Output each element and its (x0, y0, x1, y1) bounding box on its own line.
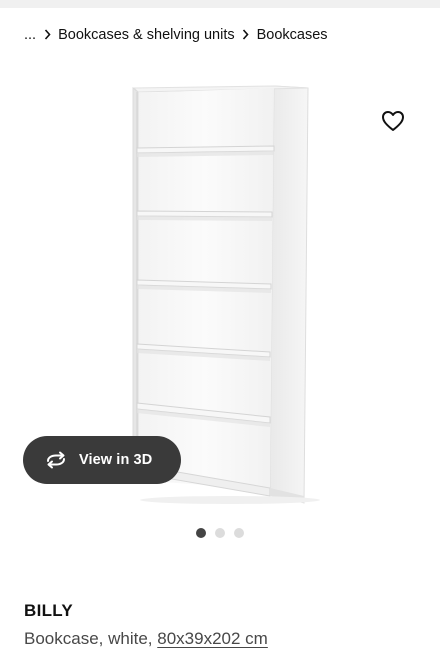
gallery-dot-3[interactable] (234, 528, 244, 538)
chevron-right-icon (235, 29, 257, 41)
top-divider-bar (0, 0, 440, 8)
view-in-3d-button[interactable]: View in 3D (23, 436, 181, 484)
view-in-3d-label: View in 3D (79, 452, 153, 468)
product-description-text: Bookcase, white, (24, 629, 158, 648)
product-name: BILLY (24, 601, 74, 620)
breadcrumb-ellipsis[interactable]: ... (24, 27, 36, 43)
gallery-dot-1[interactable] (196, 528, 206, 538)
gallery-dot-2[interactable] (215, 528, 225, 538)
product-description: Bookcase, white, 80x39x202 cm (24, 629, 268, 649)
breadcrumb: ... Bookcases & shelving units Bookcases (24, 24, 328, 46)
rotate-3d-icon (47, 451, 65, 469)
heart-outline-icon (382, 111, 404, 131)
product-page: ... Bookcases & shelving units Bookcases (0, 0, 440, 663)
breadcrumb-item-bookcases[interactable]: Bookcases (257, 27, 328, 43)
product-measurement-link[interactable]: 80x39x202 cm (157, 629, 268, 648)
chevron-right-icon (36, 29, 58, 41)
breadcrumb-item-bookcases-shelving-units[interactable]: Bookcases & shelving units (58, 27, 235, 43)
gallery-pagination (196, 528, 244, 538)
favorite-button[interactable] (378, 106, 408, 136)
